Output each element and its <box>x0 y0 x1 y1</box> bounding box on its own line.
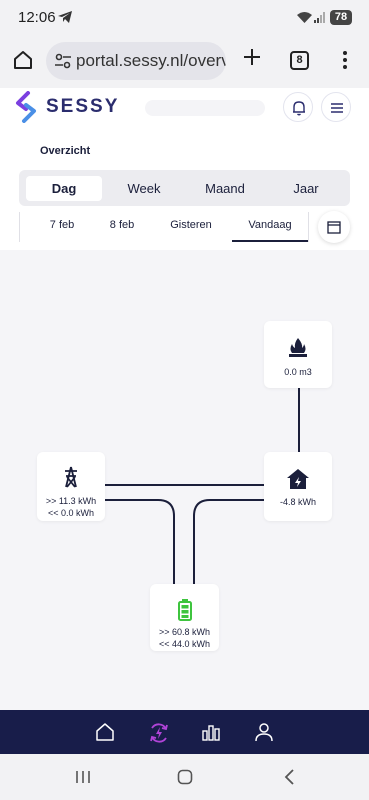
battery-node[interactable]: >> 60.8 kWh << 44.0 kWh <box>150 584 219 651</box>
status-bar: 12:06 78 <box>0 0 369 34</box>
home-button-icon[interactable] <box>177 769 193 785</box>
status-time: 12:06 <box>18 9 56 26</box>
period-selector: Dag Week Maand Jaar <box>19 170 350 206</box>
home-battery-line <box>193 499 264 584</box>
home-bolt-icon <box>287 469 309 489</box>
battery-indicator: 78 <box>330 10 352 25</box>
date-tab-gisteren[interactable]: Gisteren <box>162 219 220 231</box>
grid-import: >> 11.3 kWh <box>45 496 97 506</box>
gas-node[interactable]: 0.0 m3 <box>264 321 332 388</box>
tab-jaar[interactable]: Jaar <box>269 176 343 201</box>
address-bar[interactable]: portal.sessy.nl/overv <box>46 42 226 80</box>
app-bottom-nav <box>0 710 369 754</box>
new-tab-icon[interactable] <box>242 47 262 67</box>
app-header: SESSY <box>0 88 369 128</box>
date-tab-8-feb[interactable]: 8 feb <box>100 219 144 231</box>
gas-flame-icon <box>289 338 307 357</box>
grid-export: << 0.0 kWh <box>47 508 95 518</box>
battery-discharge: << 44.0 kWh <box>158 639 211 649</box>
calendar-icon <box>327 221 341 234</box>
battery-icon <box>177 599 192 621</box>
more-options-icon[interactable] <box>342 50 348 70</box>
grid-node[interactable]: >> 11.3 kWh << 0.0 kWh <box>37 452 105 521</box>
home-icon[interactable] <box>95 722 115 742</box>
power-pylon-icon <box>65 466 77 488</box>
calendar-button[interactable] <box>318 211 350 243</box>
date-tab-vandaag[interactable]: Vandaag <box>234 219 306 231</box>
sessy-logo-icon[interactable] <box>14 91 40 123</box>
browser-toolbar: portal.sessy.nl/overv 8 <box>0 34 369 88</box>
notifications-button[interactable] <box>283 92 313 122</box>
bell-icon <box>293 101 305 116</box>
tab-maand[interactable]: Maand <box>187 176 263 201</box>
grid-battery-line <box>105 499 175 584</box>
telegram-icon <box>58 11 72 23</box>
date-tab-7-feb[interactable]: 7 feb <box>40 219 84 231</box>
bar-chart-icon[interactable] <box>201 722 221 742</box>
hamburger-icon <box>331 103 343 113</box>
sync-bolt-icon[interactable] <box>148 722 170 744</box>
tab-switcher-button[interactable]: 8 <box>290 51 309 70</box>
browser-home-icon[interactable] <box>12 49 34 71</box>
home-value: -4.8 kWh <box>279 497 316 507</box>
active-date-underline <box>232 240 308 242</box>
tab-dag[interactable]: Dag <box>26 176 102 201</box>
gas-value: 0.0 m3 <box>284 367 312 377</box>
site-settings-icon[interactable] <box>54 52 72 70</box>
home-node[interactable]: -4.8 kWh <box>264 452 332 521</box>
brand-name: SESSY <box>46 96 120 117</box>
signal-icon <box>314 12 325 23</box>
blurred-account-name <box>145 100 265 116</box>
battery-charge: >> 60.8 kWh <box>158 627 211 637</box>
recent-apps-icon[interactable] <box>75 769 91 785</box>
wifi-icon <box>297 12 312 23</box>
menu-button[interactable] <box>321 92 351 122</box>
user-icon[interactable] <box>254 722 274 742</box>
url-text: portal.sessy.nl/overv <box>76 51 226 70</box>
energy-flow-diagram: 0.0 m3 >> 11.3 kWh << 0.0 kWh -4.8 kWh >… <box>0 250 369 710</box>
tab-week[interactable]: Week <box>107 176 181 201</box>
page-title: Overzicht <box>40 145 91 157</box>
system-nav-bar <box>0 754 369 800</box>
back-icon[interactable] <box>283 769 295 785</box>
date-selector: 7 feb 8 feb Gisteren Vandaag <box>19 212 309 242</box>
